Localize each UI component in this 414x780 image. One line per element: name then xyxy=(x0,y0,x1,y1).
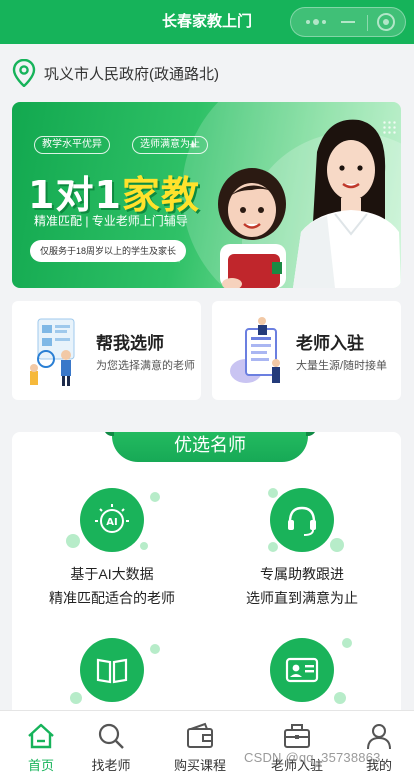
banner-headline: 1对1家教 xyxy=(28,164,200,219)
bubble-decoration xyxy=(150,644,160,654)
feature-courses[interactable] xyxy=(22,638,202,704)
location-bar[interactable]: 巩义市人民政府(政通路北) xyxy=(12,58,219,88)
card-title: 帮我选师 xyxy=(96,334,164,353)
feature-line-2: 精准匹配适合的老师 xyxy=(49,590,175,606)
feature-assistant-followup[interactable]: 专属助教跟进 选师直到满意为止 xyxy=(212,488,392,610)
home-icon xyxy=(28,723,54,749)
banner-subline: 精准匹配 | 专业老师上门辅导 xyxy=(34,214,188,228)
featured-teachers-panel: 优选名师 AI 基于AI大数据 精准匹配适合的老师 专属助教跟进 选师直到满意为… xyxy=(12,432,401,732)
bubble-decoration xyxy=(268,542,278,552)
bubble-decoration xyxy=(334,692,346,704)
tab-label: 找老师 xyxy=(91,758,131,773)
bubble-decoration xyxy=(330,538,344,552)
teacher-illustration xyxy=(293,119,401,288)
bubble-decoration xyxy=(342,638,352,648)
book-icon xyxy=(80,638,144,702)
close-target-icon[interactable] xyxy=(377,13,395,31)
tab-label: 购买课程 xyxy=(173,758,226,773)
card-subtitle: 大量生源/随时接单 xyxy=(296,360,388,372)
bubble-decoration xyxy=(140,542,148,550)
card-title: 老师入驻 xyxy=(296,334,364,353)
tab-buy-course[interactable]: 购买课程 xyxy=(159,711,241,780)
choose-teacher-card[interactable]: 帮我选师 为您选择满意的老师 xyxy=(12,301,201,400)
feature-ai-matching[interactable]: AI 基于AI大数据 精准匹配适合的老师 xyxy=(22,488,202,610)
feature-line-2: 选师直到满意为止 xyxy=(246,590,358,606)
headline-highlight: 家教 xyxy=(121,173,200,217)
location-address: 巩义市人民政府(政通路北) xyxy=(44,65,219,83)
banner-tag: 选师满意为止 xyxy=(132,136,208,154)
entry-cards: 帮我选师 为您选择满意的老师 老师入驻 大量生源/随时接单 xyxy=(12,301,401,400)
watermark: CSDN @qq_35738863 xyxy=(244,750,381,765)
mini-program-capsule xyxy=(290,7,406,37)
bottom-tab-bar: 首页 找老师 购买课程 老师入驻 我的 xyxy=(0,710,414,780)
teacher-selection-illustration xyxy=(30,318,75,386)
location-pin-icon xyxy=(12,59,36,87)
tab-me[interactable]: 我的 xyxy=(338,711,414,780)
title-bar: 长春家教上门 xyxy=(0,0,414,44)
promo-banner[interactable]: ✦ ✦ 教学水平优异 选师满意为止 1对1家教 精准匹配 | 专业老师上门辅导 … xyxy=(12,102,401,288)
bubble-decoration xyxy=(66,534,80,548)
teacher-join-illustration xyxy=(230,317,280,383)
feature-line-1: 专属助教跟进 xyxy=(260,566,344,582)
headset-icon xyxy=(270,488,334,552)
panel-title: 优选名师 xyxy=(104,432,316,462)
tab-teacher-join[interactable]: 老师入驻 xyxy=(256,711,338,780)
ai-chip-icon: AI xyxy=(80,488,144,552)
ai-icon-text: AI xyxy=(106,517,117,528)
search-icon xyxy=(98,723,124,749)
teacher-join-card[interactable]: 老师入驻 大量生源/随时接单 xyxy=(212,301,401,400)
bubble-decoration xyxy=(70,692,82,704)
bubble-decoration xyxy=(150,492,160,502)
capsule-divider xyxy=(367,15,368,31)
headline-number: 1对1 xyxy=(28,173,122,217)
wallet-icon xyxy=(187,722,213,748)
banner-note: 仅服务于18周岁以上的学生及家长 xyxy=(30,240,187,262)
briefcase-icon xyxy=(284,724,310,748)
banner-tag: 教学水平优异 xyxy=(34,136,110,154)
tab-find-teacher[interactable]: 找老师 xyxy=(70,711,152,780)
feature-verification[interactable] xyxy=(212,638,392,704)
card-subtitle: 为您选择满意的老师 xyxy=(96,360,195,372)
bubble-decoration xyxy=(268,488,278,498)
user-icon xyxy=(367,724,391,750)
id-card-icon xyxy=(270,638,334,702)
minimize-icon[interactable] xyxy=(341,21,355,23)
feature-line-1: 基于AI大数据 xyxy=(70,566,154,582)
more-menu-icon[interactable] xyxy=(301,8,331,36)
